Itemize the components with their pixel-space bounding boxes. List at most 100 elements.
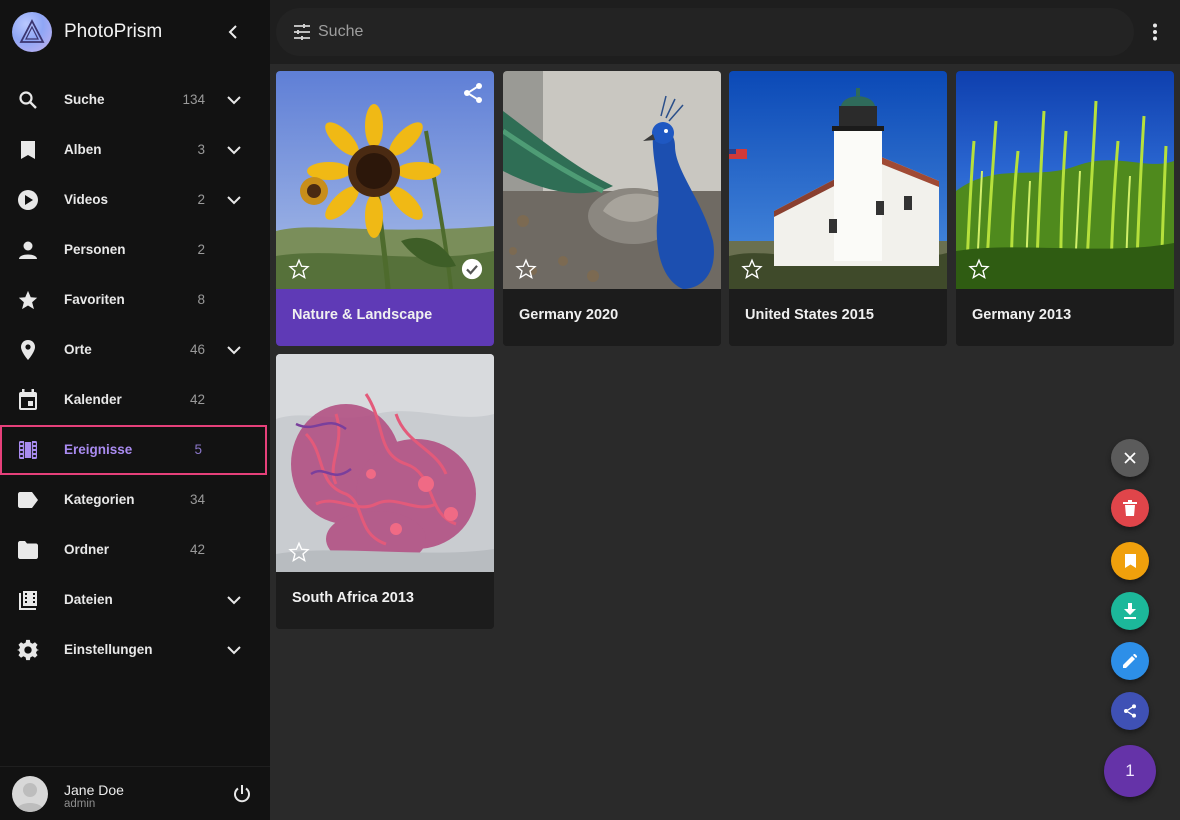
album-card[interactable]: Germany 2013 (956, 71, 1174, 346)
album-title: Nature & Landscape (292, 307, 433, 323)
collapse-sidebar-icon[interactable] (222, 20, 246, 44)
chevron-down-icon[interactable] (222, 188, 246, 212)
delete-button[interactable] (1111, 489, 1149, 527)
star-outline-icon[interactable] (741, 258, 763, 280)
more-vert-icon[interactable] (1143, 20, 1167, 44)
album-title: United States 2015 (745, 307, 874, 323)
share-icon[interactable] (461, 81, 485, 105)
sidebar-item-ereignisse[interactable]: Ereignisse 5 (0, 425, 267, 475)
sidebar-item-kalender[interactable]: Kalender 42 (0, 375, 270, 425)
sidebar-item-count: 46 (189, 342, 205, 357)
close-icon (1124, 452, 1136, 464)
sidebar-item-label: Videos (64, 192, 109, 207)
album-thumbnail-grass[interactable] (956, 71, 1174, 289)
album-card[interactable]: South Africa 2013 (276, 354, 494, 629)
share-icon (1124, 704, 1136, 718)
app-name: PhotoPrism (64, 21, 163, 42)
sidebar-item-label: Alben (64, 142, 102, 157)
chevron-down-icon[interactable] (222, 638, 246, 662)
download-button[interactable] (1111, 592, 1149, 630)
sidebar-item-label: Suche (64, 92, 105, 107)
album-card[interactable]: Nature & Landscape (276, 71, 494, 346)
chevron-down-icon[interactable] (222, 588, 246, 612)
sidebar-item-count: 2 (197, 242, 205, 257)
sidebar-item-videos[interactable]: Videos 2 (0, 175, 270, 225)
search-bar[interactable] (276, 8, 1134, 56)
download-icon (1124, 603, 1136, 619)
sidebar-item-label: Ordner (64, 542, 110, 557)
album-thumbnail-seaweed[interactable] (276, 354, 494, 572)
star-outline-icon[interactable] (515, 258, 537, 280)
sidebar-item-einstellungen[interactable]: Einstellungen (0, 625, 270, 675)
sidebar-item-count: 2 (197, 192, 205, 207)
chevron-down-icon[interactable] (222, 138, 246, 162)
sidebar-item-label: Kategorien (64, 492, 135, 507)
share-button[interactable] (1111, 692, 1149, 730)
album-card[interactable]: Germany 2020 (503, 71, 721, 346)
sidebar-item-count: 3 (197, 142, 205, 157)
sidebar-item-kategorien[interactable]: Kategorien 34 (0, 475, 270, 525)
sidebar-item-orte[interactable]: Orte 46 (0, 325, 270, 375)
top-bar (270, 0, 1180, 64)
album-thumbnail-peacock[interactable] (503, 71, 721, 289)
pencil-icon (1123, 654, 1137, 668)
check-circle-icon[interactable] (461, 258, 483, 280)
search-icon (16, 88, 40, 112)
sidebar-item-count: 8 (197, 292, 205, 307)
photoprism-logo-icon[interactable] (12, 12, 52, 52)
album-thumbnail-lighthouse[interactable] (729, 71, 947, 289)
star-outline-icon[interactable] (288, 541, 310, 563)
sidebar-item-count: 5 (194, 442, 202, 457)
sidebar-item-label: Favoriten (64, 292, 125, 307)
album-title: South Africa 2013 (292, 590, 414, 606)
sidebar-item-label: Kalender (64, 392, 122, 407)
clear-selection-button[interactable] (1111, 439, 1149, 477)
person-icon (16, 238, 40, 262)
film-folder-icon (16, 588, 40, 612)
edit-button[interactable] (1111, 642, 1149, 680)
album-title: Germany 2020 (519, 307, 619, 323)
bookmark-icon (1124, 554, 1136, 568)
album-caption[interactable]: South Africa 2013 (276, 572, 494, 629)
sidebar-item-dateien[interactable]: Dateien (0, 575, 270, 625)
filter-sliders-icon[interactable] (290, 20, 314, 44)
album-caption[interactable]: Nature & Landscape (276, 289, 494, 346)
sidebar-item-personen[interactable]: Personen 2 (0, 225, 270, 275)
selection-count-button[interactable]: 1 (1104, 745, 1156, 797)
sidebar-item-ordner[interactable]: Ordner 42 (0, 525, 270, 575)
search-input[interactable] (318, 18, 1098, 46)
add-to-album-button[interactable] (1111, 542, 1149, 580)
sidebar-nav: Suche 134 Alben 3 Videos 2 Personen 2 Fa… (0, 75, 270, 675)
sidebar-item-label: Orte (64, 342, 92, 357)
trash-icon (1123, 500, 1137, 516)
sidebar-item-favoriten[interactable]: Favoriten 8 (0, 275, 270, 325)
bookmark-icon (16, 138, 40, 162)
sidebar-item-alben[interactable]: Alben 3 (0, 125, 270, 175)
location-pin-icon (16, 338, 40, 362)
user-role: admin (64, 798, 96, 810)
label-tag-icon (16, 488, 40, 512)
chevron-down-icon[interactable] (222, 88, 246, 112)
star-outline-icon[interactable] (968, 258, 990, 280)
gear-icon (16, 638, 40, 662)
power-icon[interactable] (230, 782, 254, 806)
album-caption[interactable]: United States 2015 (729, 289, 947, 346)
avatar[interactable] (12, 776, 48, 812)
sidebar-item-count: 42 (189, 392, 205, 407)
user-panel: Jane Doe admin (0, 766, 270, 820)
album-card[interactable]: United States 2015 (729, 71, 947, 346)
chevron-down-icon[interactable] (222, 338, 246, 362)
album-caption[interactable]: Germany 2013 (956, 289, 1174, 346)
sidebar-item-label: Personen (64, 242, 126, 257)
star-outline-icon[interactable] (288, 258, 310, 280)
selection-count: 1 (1125, 761, 1135, 780)
film-icon (16, 438, 40, 462)
star-icon (16, 288, 40, 312)
sidebar-item-suche[interactable]: Suche 134 (0, 75, 270, 125)
brand: PhotoPrism (0, 0, 270, 64)
play-circle-icon (16, 188, 40, 212)
sidebar-item-count: 42 (189, 542, 205, 557)
album-caption[interactable]: Germany 2020 (503, 289, 721, 346)
sidebar-item-label: Dateien (64, 592, 113, 607)
sidebar: PhotoPrism Suche 134 Alben 3 Videos 2 Pe… (0, 0, 270, 820)
